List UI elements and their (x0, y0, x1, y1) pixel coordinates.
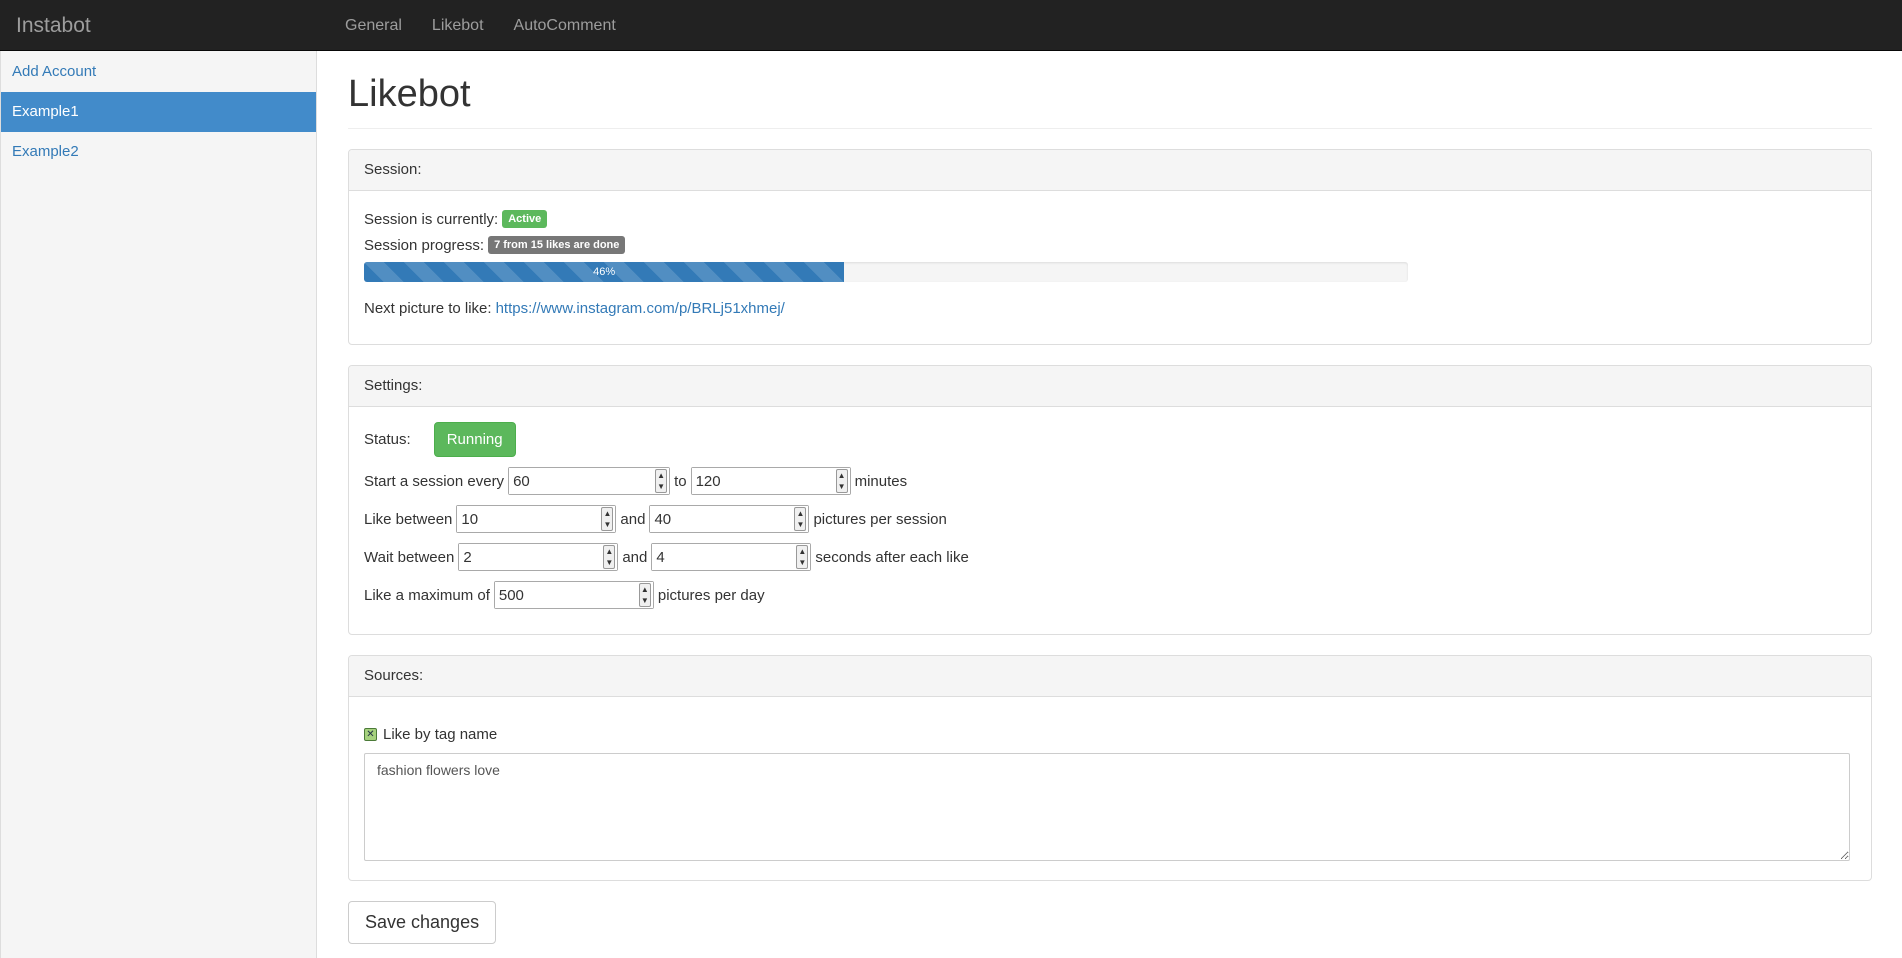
stepper-arrows-icon[interactable]: ▲ ▼ (601, 507, 614, 531)
save-changes-button[interactable]: Save changes (348, 901, 497, 944)
like-between-max-stepper[interactable]: ▲▼ (649, 505, 810, 533)
settings-panel-heading: Settings: (349, 366, 1871, 407)
session-every-prefix: Start a session every (364, 472, 505, 490)
wait-between-min-stepper[interactable]: ▲▼ (458, 543, 619, 571)
session-every-max-input[interactable] (691, 468, 850, 494)
nav-links: General Likebot AutoComment (330, 0, 631, 51)
wait-between-max-stepper[interactable]: ▲▼ (651, 543, 812, 571)
session-panel: Session: Session is currently: Active Se… (348, 149, 1872, 345)
like-by-tag-checkbox[interactable]: ✕ (364, 728, 377, 741)
next-picture-label: Next picture to like: (364, 300, 492, 317)
stepper-arrows-icon[interactable]: ▲ ▼ (603, 545, 616, 569)
stepper-arrows-icon[interactable]: ▲ ▼ (638, 583, 651, 607)
like-by-tag-label: Like by tag name (383, 726, 498, 743)
stepper-arrows-icon[interactable]: ▲ ▼ (794, 507, 807, 531)
like-between-min-input[interactable] (457, 506, 616, 532)
like-between-prefix: Like between (364, 510, 453, 528)
session-progress-label: Session progress: (364, 236, 485, 254)
session-every-max-stepper[interactable]: ▲▼ (690, 467, 851, 495)
session-every-min-stepper[interactable]: ▲▼ (508, 467, 671, 495)
max-per-day-suffix: pictures per day (657, 586, 765, 604)
max-per-day-input[interactable] (494, 582, 653, 608)
stepper-arrows-icon[interactable]: ▲ ▼ (796, 545, 809, 569)
next-picture-link[interactable]: https://www.instagram.com/p/BRLj51xhmej/ (496, 300, 785, 317)
session-progress-fill: 46% (364, 262, 845, 282)
stepper-arrows-icon[interactable]: ▲ ▼ (655, 469, 668, 493)
sources-panel: Sources: ✕ Like by tag name fashion flow… (348, 655, 1872, 881)
page-title: Likebot (348, 69, 1872, 129)
sources-panel-heading: Sources: (349, 656, 1871, 697)
sidebar-item-example1[interactable]: Example1 (1, 92, 316, 132)
account-sidebar: Add Account Example1 Example2 (0, 51, 317, 958)
running-toggle-button[interactable]: Running (433, 422, 516, 457)
session-every-mid: to (674, 472, 687, 490)
max-per-day-prefix: Like a maximum of (364, 586, 490, 604)
tags-textarea[interactable]: fashion flowers love (364, 753, 1850, 861)
settings-panel: Settings: Status: Running Start a sessio… (348, 365, 1872, 635)
session-progress-badge: 7 from 15 likes are done (488, 236, 626, 254)
session-status-badge: Active (502, 210, 548, 228)
main-content: Likebot Session: Session is currently: A… (348, 51, 1872, 944)
brand-title[interactable]: Instabot (16, 14, 91, 38)
top-navbar: Instabot General Likebot AutoComment (0, 0, 1902, 51)
like-between-mid: and (620, 510, 646, 528)
like-between-suffix: pictures per session (813, 510, 947, 528)
sidebar-item-add-account[interactable]: Add Account (1, 52, 316, 92)
wait-between-suffix: seconds after each like (815, 548, 969, 566)
like-between-min-stepper[interactable]: ▲▼ (456, 505, 617, 533)
nav-likebot[interactable]: Likebot (417, 0, 499, 51)
like-between-max-input[interactable] (650, 506, 809, 532)
session-every-suffix: minutes (854, 472, 908, 490)
session-progress-bar: 46% (364, 262, 1408, 282)
wait-between-prefix: Wait between (364, 548, 455, 566)
session-status-label: Session is currently: (364, 210, 499, 228)
sidebar-item-example2[interactable]: Example2 (1, 132, 316, 172)
session-panel-heading: Session: (349, 150, 1871, 191)
session-every-min-input[interactable] (509, 468, 670, 494)
stepper-arrows-icon[interactable]: ▲ ▼ (835, 469, 848, 493)
nav-general[interactable]: General (330, 0, 417, 51)
settings-status-label: Status: (364, 431, 411, 448)
wait-between-min-input[interactable] (459, 544, 618, 570)
max-per-day-stepper[interactable]: ▲▼ (493, 581, 654, 609)
nav-autocomment[interactable]: AutoComment (499, 0, 631, 51)
wait-between-max-input[interactable] (652, 544, 811, 570)
wait-between-mid: and (622, 548, 648, 566)
